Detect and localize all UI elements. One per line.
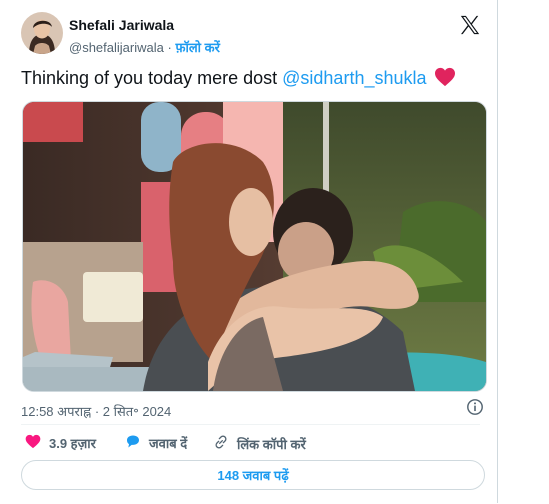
info-icon[interactable] [466,398,484,416]
read-replies-button[interactable]: 148 जवाब पढ़ें [21,460,485,490]
copy-link-button[interactable]: लिंक कॉपी करें [213,434,306,453]
author-name[interactable]: Shefali Jariwala [69,17,174,33]
avatar[interactable] [21,12,63,54]
tweet-photo[interactable] [22,101,487,392]
x-logo-icon[interactable] [459,14,481,36]
like-button[interactable]: 3.9 हज़ार [25,434,96,452]
avatar-image [21,12,63,54]
heart-icon [25,434,41,452]
red-heart-icon [434,67,456,92]
photo-image [23,102,486,391]
reply-bubble-icon [125,434,141,452]
reply-button[interactable]: जवाब दें [125,434,187,452]
follow-button[interactable]: फ़ॉलो करें [175,40,219,55]
author-handle-row: @shefalijariwala · फ़ॉलो करें [69,38,220,56]
link-icon [213,434,229,453]
copy-link-label: लिंक कॉपी करें [237,436,306,452]
tweet-text: Thinking of you today mere dost @sidhart… [21,67,456,92]
like-count: 3.9 हज़ार [49,436,96,451]
tweet-timestamp[interactable]: 12:58 अपराह्न · 2 सित॰ 2024 [21,402,171,420]
author-handle[interactable]: @shefalijariwala [69,40,164,55]
divider [21,424,480,425]
reply-label: जवाब दें [149,436,188,451]
separator-dot: · [167,40,172,55]
mention-link[interactable]: @sidharth_shukla [282,68,426,88]
tweet-card: Shefali Jariwala @shefalijariwala · फ़ॉल… [4,0,498,503]
tweet-text-body: Thinking of you today mere dost [21,68,283,88]
